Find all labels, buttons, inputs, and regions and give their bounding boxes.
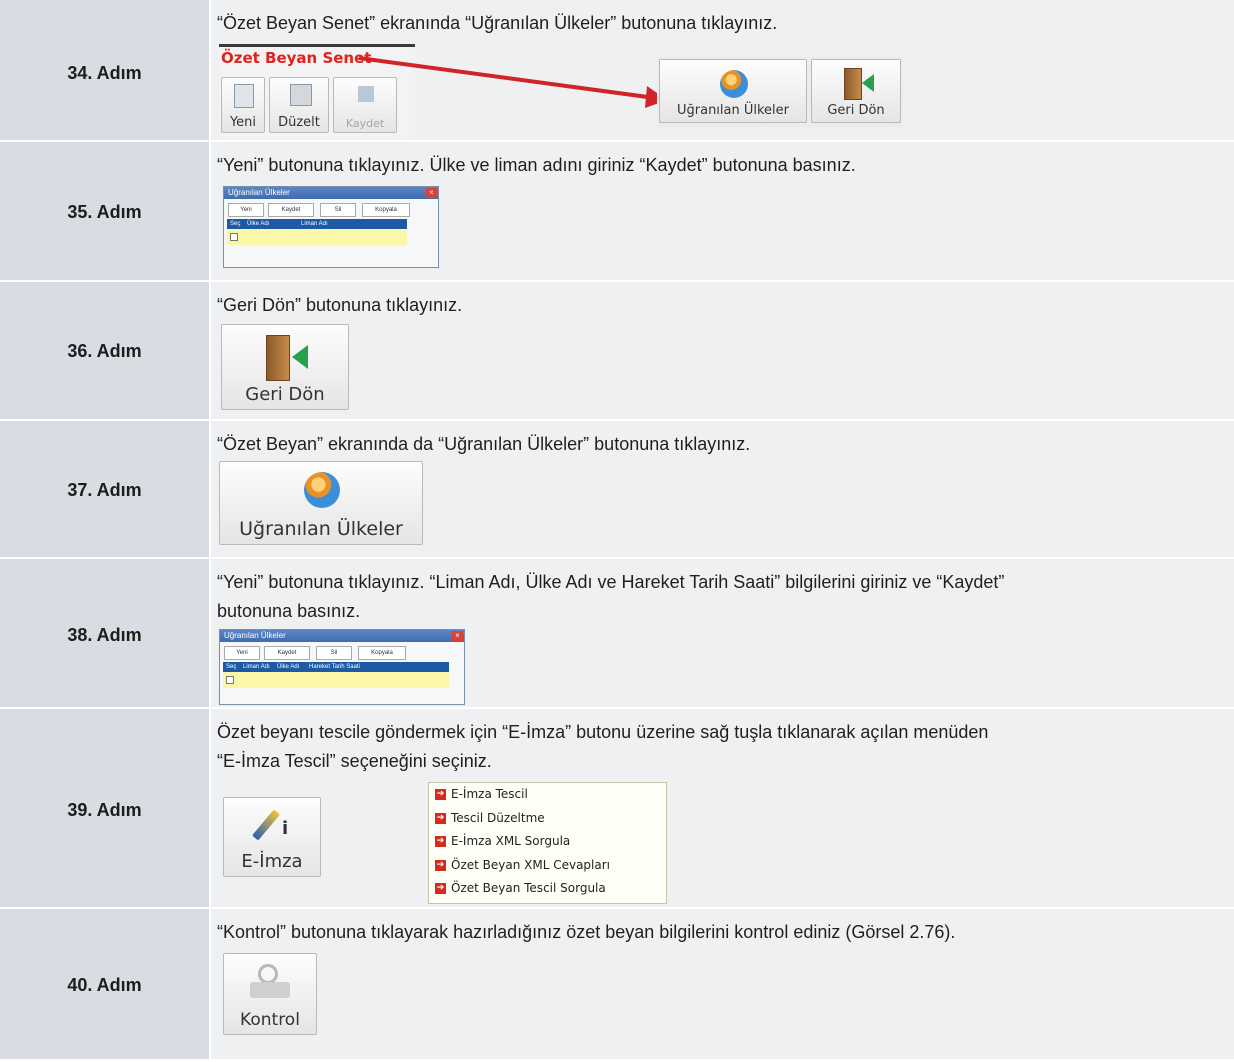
step-content-cell: Özet beyanı tescile göndermek için “E-İm… (211, 709, 1234, 907)
step-instruction: “Geri Dön” butonuna tıklayınız. (217, 295, 463, 315)
copy-button[interactable]: Kopyala (362, 203, 410, 217)
step-label-cell: 35. Adım (0, 142, 209, 280)
step-row-40: 40. Adım “Kontrol” butonuna tıklayarak h… (0, 909, 1234, 1059)
visited-countries-window-screenshot: Uğranılan Ülkeler × Yeni Kaydet Sil Kopy… (219, 629, 465, 705)
info-icon: i (282, 818, 289, 839)
red-arrow-icon: ➔ (435, 859, 446, 871)
menu-item-xml-responses[interactable]: ➔ Özet Beyan XML Cevapları (429, 854, 666, 878)
step-row-36: 36. Adım “Geri Dön” butonuna tıklayınız.… (0, 282, 1234, 419)
step-content-cell: “Yeni” butonuna tıklayınız. “Liman Adı, … (211, 559, 1234, 707)
step-label: 34. Adım (67, 63, 142, 83)
step-label: 37. Adım (67, 480, 142, 500)
column-header: Ülke Adı (247, 221, 270, 227)
visited-countries-button[interactable]: Uğranılan Ülkeler (659, 59, 807, 123)
menu-item-register-query[interactable]: ➔ Özet Beyan Tescil Sorgula (429, 877, 666, 901)
step-instruction: “Yeni” butonuna tıklayınız. Ülke ve lima… (217, 155, 856, 175)
step-content-cell: “Yeni” butonuna tıklayınız. Ülke ve lima… (211, 142, 1234, 280)
select-checkbox[interactable] (226, 676, 234, 684)
new-button[interactable]: Yeni (228, 203, 264, 217)
edit-button[interactable]: Düzelt (269, 77, 329, 133)
column-header: Liman Adı (243, 664, 270, 670)
green-arrow-icon (862, 74, 874, 92)
save-button[interactable]: Kaydet (268, 203, 314, 217)
red-arrow-icon: ➔ (435, 789, 446, 800)
step-label: 36. Adım (67, 341, 142, 361)
context-menu: ➔ E-İmza Tescil ➔ Tescil Düzeltme ➔ E-İmza … (428, 782, 667, 904)
step-label-cell: 37. Adım (0, 421, 209, 557)
window-titlebar: Uğranılan Ülkeler (220, 630, 464, 642)
control-button[interactable]: Kontrol (223, 953, 317, 1035)
column-header: Ülke Adı (277, 664, 300, 670)
go-back-button[interactable]: Geri Dön (811, 59, 901, 123)
column-header: Seç (226, 664, 237, 670)
step-label: 40. Adım (67, 975, 142, 995)
document-icon (234, 84, 254, 108)
visited-countries-button[interactable]: Uğranılan Ülkeler (219, 461, 423, 545)
grid-row[interactable] (227, 229, 407, 245)
visited-countries-window-screenshot: Uğranılan Ülkeler × Yeni Kaydet Sil Kopy… (223, 186, 439, 268)
step-label-cell: 38. Adım (0, 559, 209, 707)
grid-header: Seç Liman Adı Ülke Adı Hareket Tarih Saa… (223, 662, 449, 672)
delete-button[interactable]: Sil (316, 646, 352, 660)
new-button[interactable]: Yeni (221, 77, 265, 133)
door-icon (844, 68, 862, 100)
red-arrow-icon: ➔ (435, 883, 446, 894)
step-row-34: 34. Adım “Özet Beyan Senet” ekranında “U… (0, 0, 1234, 140)
step-label-cell: 40. Adım (0, 909, 209, 1059)
step-instruction-cont: butonuna basınız. (217, 601, 361, 621)
step-instruction: Özet beyanı tescile göndermek için “E-İm… (217, 722, 989, 742)
step-label-cell: 34. Adım (0, 0, 209, 140)
step-instruction: “Yeni” butonuna tıklayınız. “Liman Adı, … (217, 572, 1005, 592)
column-header: Hareket Tarih Saati (309, 664, 360, 670)
close-icon[interactable]: × (426, 188, 437, 198)
step-content-cell: “Özet Beyan Senet” ekranında “Uğranılan … (211, 0, 1234, 140)
globe-icon (304, 472, 340, 508)
step-label-cell: 39. Adım (0, 709, 209, 907)
new-button[interactable]: Yeni (224, 646, 260, 660)
pen-icon (252, 809, 280, 841)
step-instruction: “Kontrol” butonuna tıklayarak hazırladığ… (217, 922, 956, 942)
screen-title: Özet Beyan Senet (221, 49, 372, 67)
grid-header: Seç Ülke Adı Liman Adı (227, 219, 407, 229)
globe-icon (720, 70, 748, 98)
window-titlebar: Uğranılan Ülkeler (224, 187, 438, 199)
step-instruction: “Özet Beyan Senet” ekranında “Uğranılan … (217, 13, 778, 33)
printer-icon (290, 84, 312, 106)
e-signature-button[interactable]: i E-İmza (223, 797, 321, 877)
grid-row[interactable] (223, 672, 449, 688)
step-label: 38. Adım (67, 625, 142, 645)
red-arrow-icon: ➔ (435, 812, 446, 824)
printer-icon (250, 982, 290, 998)
copy-button[interactable]: Kopyala (358, 646, 406, 660)
delete-button[interactable]: Sil (320, 203, 356, 217)
step-row-38: 38. Adım “Yeni” butonuna tıklayınız. “Li… (0, 559, 1234, 707)
step-label: 39. Adım (67, 800, 142, 820)
step-content-cell: “Geri Dön” butonuna tıklayınız. Geri Dön (211, 282, 1234, 419)
pointer-arrow (358, 56, 667, 108)
menu-item-xml-query[interactable]: ➔ E-İmza XML Sorgula (429, 830, 666, 854)
step-row-35: 35. Adım “Yeni” butonuna tıklayınız. Ülk… (0, 142, 1234, 280)
column-header: Seç (230, 221, 241, 227)
go-back-button[interactable]: Geri Dön (221, 324, 349, 410)
step-instruction: “Özet Beyan” ekranında da “Uğranılan Ülk… (217, 434, 751, 454)
step-row-37: 37. Adım “Özet Beyan” ekranında da “Uğra… (0, 421, 1234, 557)
step-row-39: 39. Adım Özet beyanı tescile göndermek i… (0, 709, 1234, 907)
select-checkbox[interactable] (230, 233, 238, 241)
menu-item-register-correction[interactable]: ➔ Tescil Düzeltme (429, 807, 666, 831)
step-content-cell: “Kontrol” butonuna tıklayarak hazırladığ… (211, 909, 1234, 1059)
door-icon (266, 335, 290, 381)
green-arrow-icon (292, 345, 308, 369)
step-instruction-cont: “E-İmza Tescil” seçeneğini seçiniz. (217, 751, 492, 771)
step-content-cell: “Özet Beyan” ekranında da “Uğranılan Ülk… (211, 421, 1234, 557)
target-toolbar: Uğranılan Ülkeler Geri Dön (657, 57, 903, 127)
magnifier-icon (258, 964, 278, 984)
step-label: 35. Adım (67, 202, 142, 222)
menu-item-e-signature-register[interactable]: ➔ E-İmza Tescil (429, 783, 666, 807)
save-button[interactable]: Kaydet (264, 646, 310, 660)
column-header: Liman Adı (301, 221, 328, 227)
close-icon[interactable]: × (452, 631, 463, 641)
red-arrow-icon: ➔ (435, 836, 446, 847)
step-label-cell: 36. Adım (0, 282, 209, 419)
